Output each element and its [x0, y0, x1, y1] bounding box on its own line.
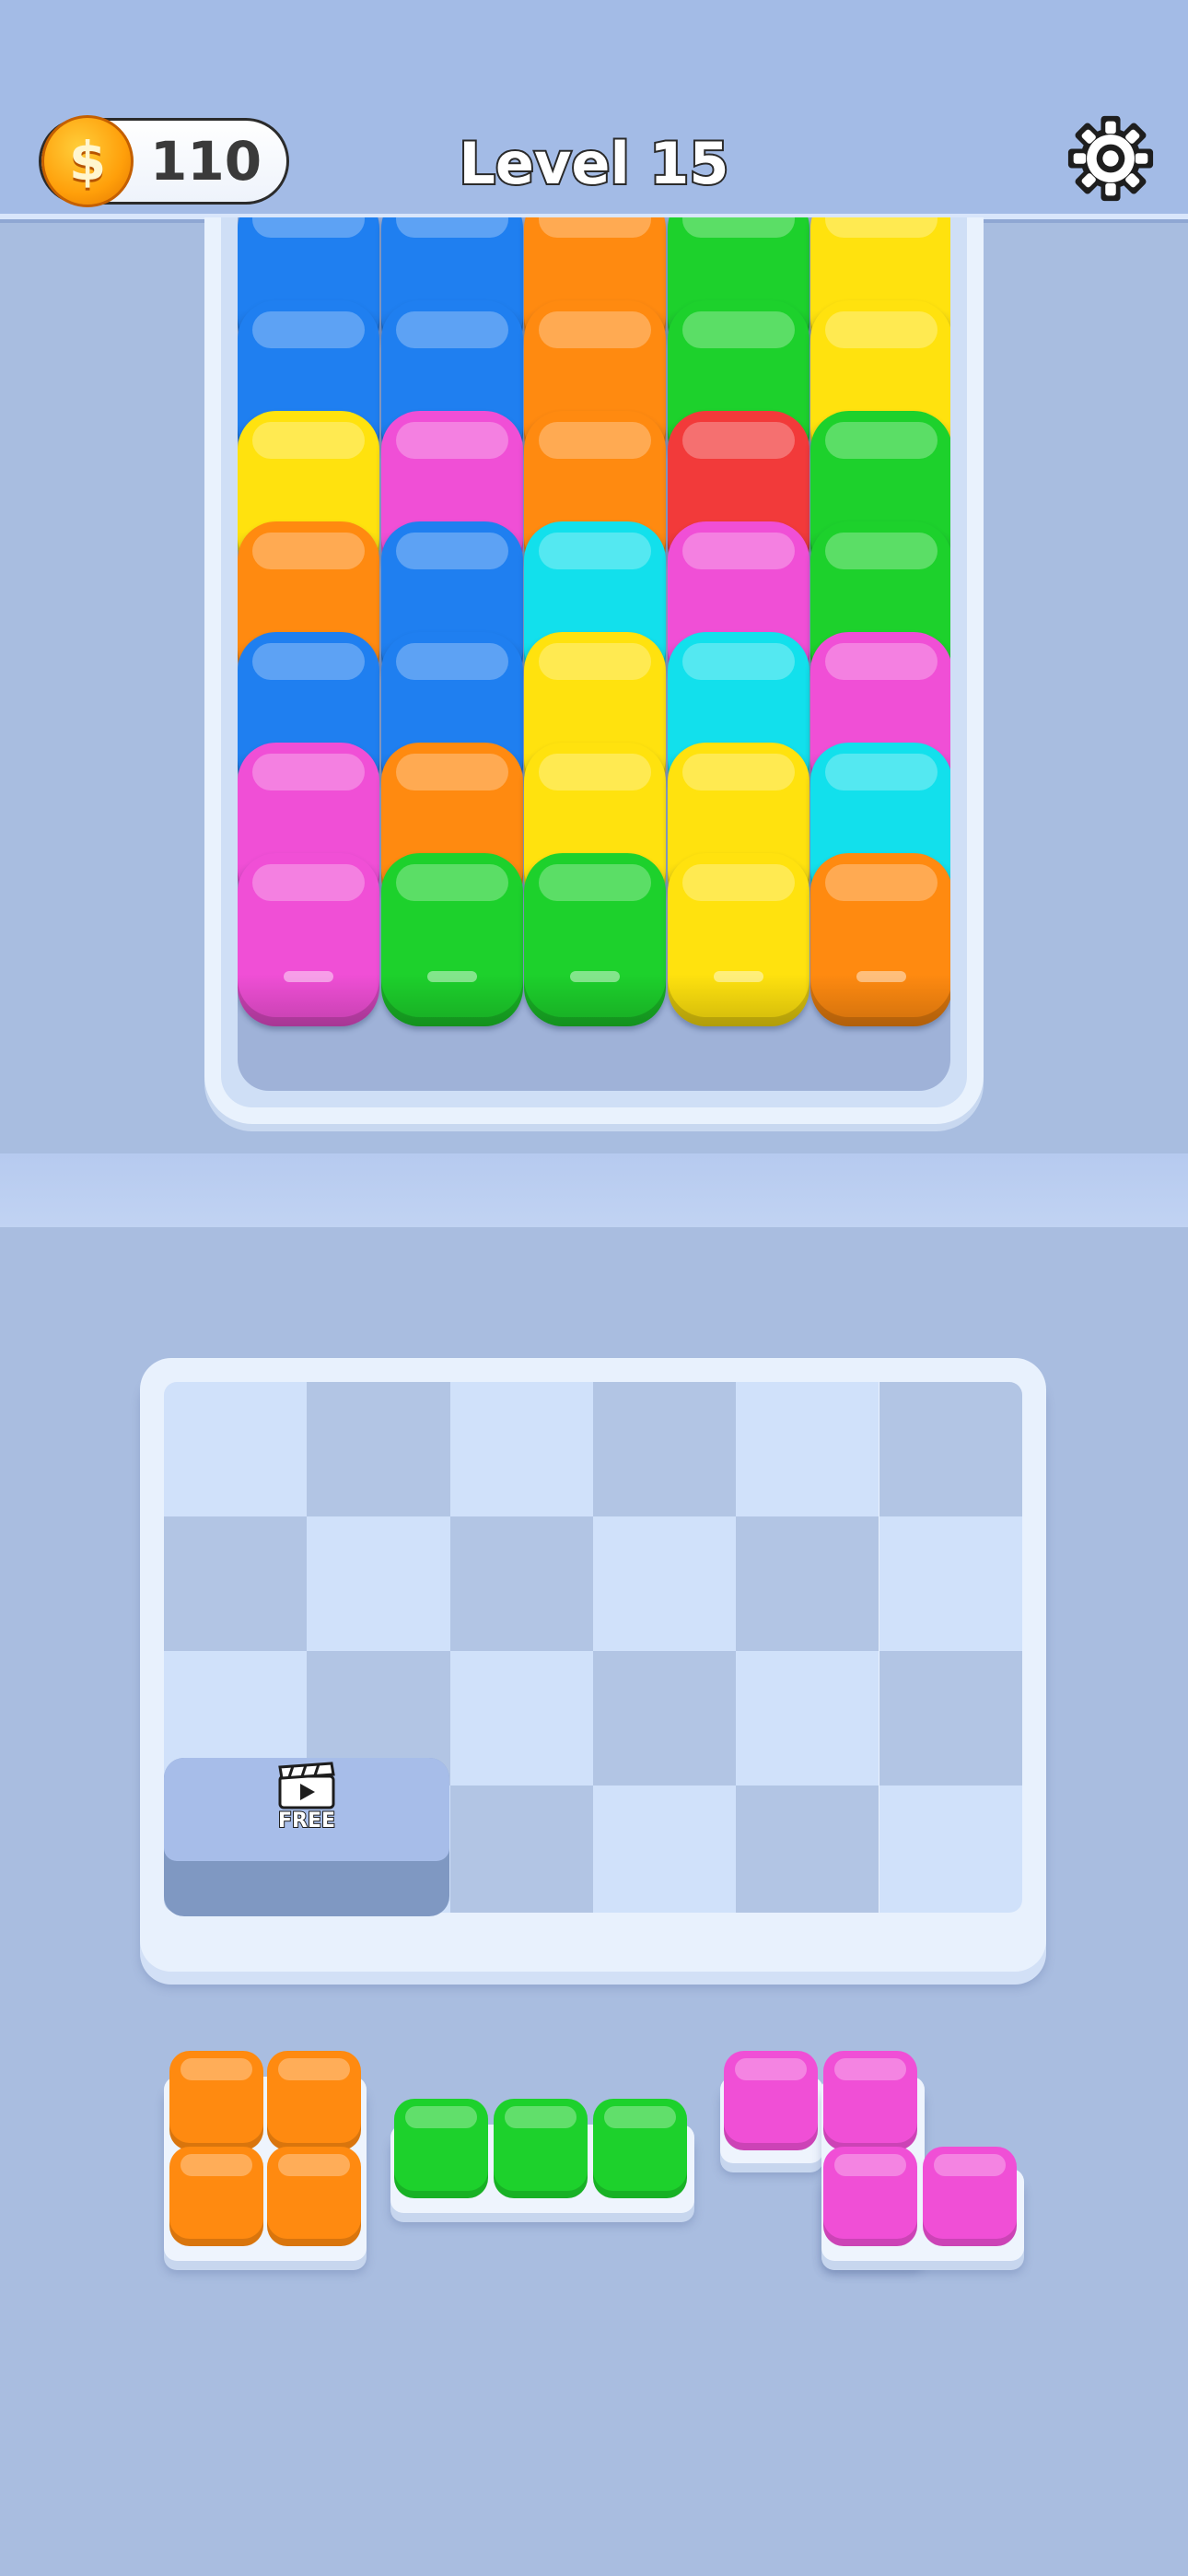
board-cell[interactable] [449, 1382, 593, 1516]
board-cell[interactable] [592, 1516, 737, 1651]
pink-z-piece[interactable] [720, 2049, 1026, 2285]
board-cell[interactable] [592, 1651, 737, 1786]
piece-tile-orange [267, 2051, 361, 2150]
jar-block-pink [238, 853, 379, 1026]
video-clapper-icon [278, 1762, 335, 1809]
jar-container [204, 217, 984, 1124]
board-cell[interactable] [164, 1516, 308, 1651]
board-cell[interactable] [307, 1516, 450, 1651]
board-cell[interactable] [449, 1516, 593, 1651]
green-line-piece[interactable] [390, 2097, 696, 2241]
board-cell[interactable] [592, 1382, 737, 1516]
board-cell[interactable] [879, 1516, 1022, 1651]
piece-tile-orange [169, 2147, 263, 2246]
board-cell[interactable] [736, 1786, 879, 1913]
piece-tile-pink [823, 2051, 917, 2150]
board-cell[interactable] [449, 1651, 593, 1786]
jar-block-yellow [667, 853, 809, 1026]
settings-button[interactable] [1066, 114, 1155, 203]
piece-tile-pink [823, 2147, 917, 2246]
piece-tile-green [593, 2099, 687, 2198]
board-cell[interactable] [736, 1516, 879, 1651]
board-cell[interactable] [879, 1651, 1022, 1786]
jar-block-orange [810, 853, 950, 1026]
piece-tile-green [394, 2099, 488, 2198]
board-cell[interactable] [449, 1786, 593, 1913]
free-slot-button[interactable]: FREE [164, 1758, 449, 1916]
board-cell[interactable] [736, 1651, 879, 1786]
board-cell[interactable] [736, 1382, 879, 1516]
board-cell[interactable] [879, 1382, 1022, 1516]
free-slot-face: FREE [164, 1758, 449, 1861]
top-bar: $ 110 Level 15 [0, 0, 1188, 219]
jar-blocks [238, 217, 950, 1091]
board-cell[interactable] [164, 1382, 308, 1516]
piece-tile-pink [724, 2051, 818, 2150]
piece-tile-pink [923, 2147, 1017, 2246]
board-cell[interactable] [592, 1786, 737, 1913]
separator-band [0, 1153, 1188, 1227]
free-label: FREE [277, 1809, 336, 1833]
orange-square-piece[interactable] [164, 2049, 367, 2285]
jar-block-green [524, 853, 666, 1026]
piece-tile-orange [267, 2147, 361, 2246]
piece-tile-orange [169, 2051, 263, 2150]
level-title: Level 15 [457, 128, 730, 199]
piece-tile-green [494, 2099, 588, 2198]
gear-icon [1067, 115, 1154, 202]
board-cell[interactable] [307, 1382, 450, 1516]
jar-block-green [380, 853, 523, 1026]
board-cell[interactable] [879, 1786, 1022, 1913]
